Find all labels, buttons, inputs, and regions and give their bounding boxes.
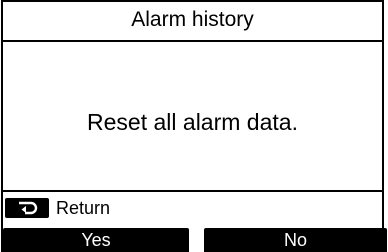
return-key[interactable] [5, 198, 49, 218]
return-label: Return [56, 198, 111, 218]
return-arrow-icon [19, 201, 38, 215]
confirmation-message: Reset all alarm data. [87, 109, 298, 135]
title-divider [1, 40, 384, 42]
return-control[interactable]: Return [5, 196, 110, 220]
page-title: Alarm history [131, 8, 254, 31]
footer-divider [1, 190, 384, 192]
yes-button[interactable]: Yes [3, 228, 189, 252]
remote-controller-screen: Alarm history Reset all alarm data. Retu… [0, 0, 388, 252]
no-button[interactable]: No [204, 228, 387, 252]
